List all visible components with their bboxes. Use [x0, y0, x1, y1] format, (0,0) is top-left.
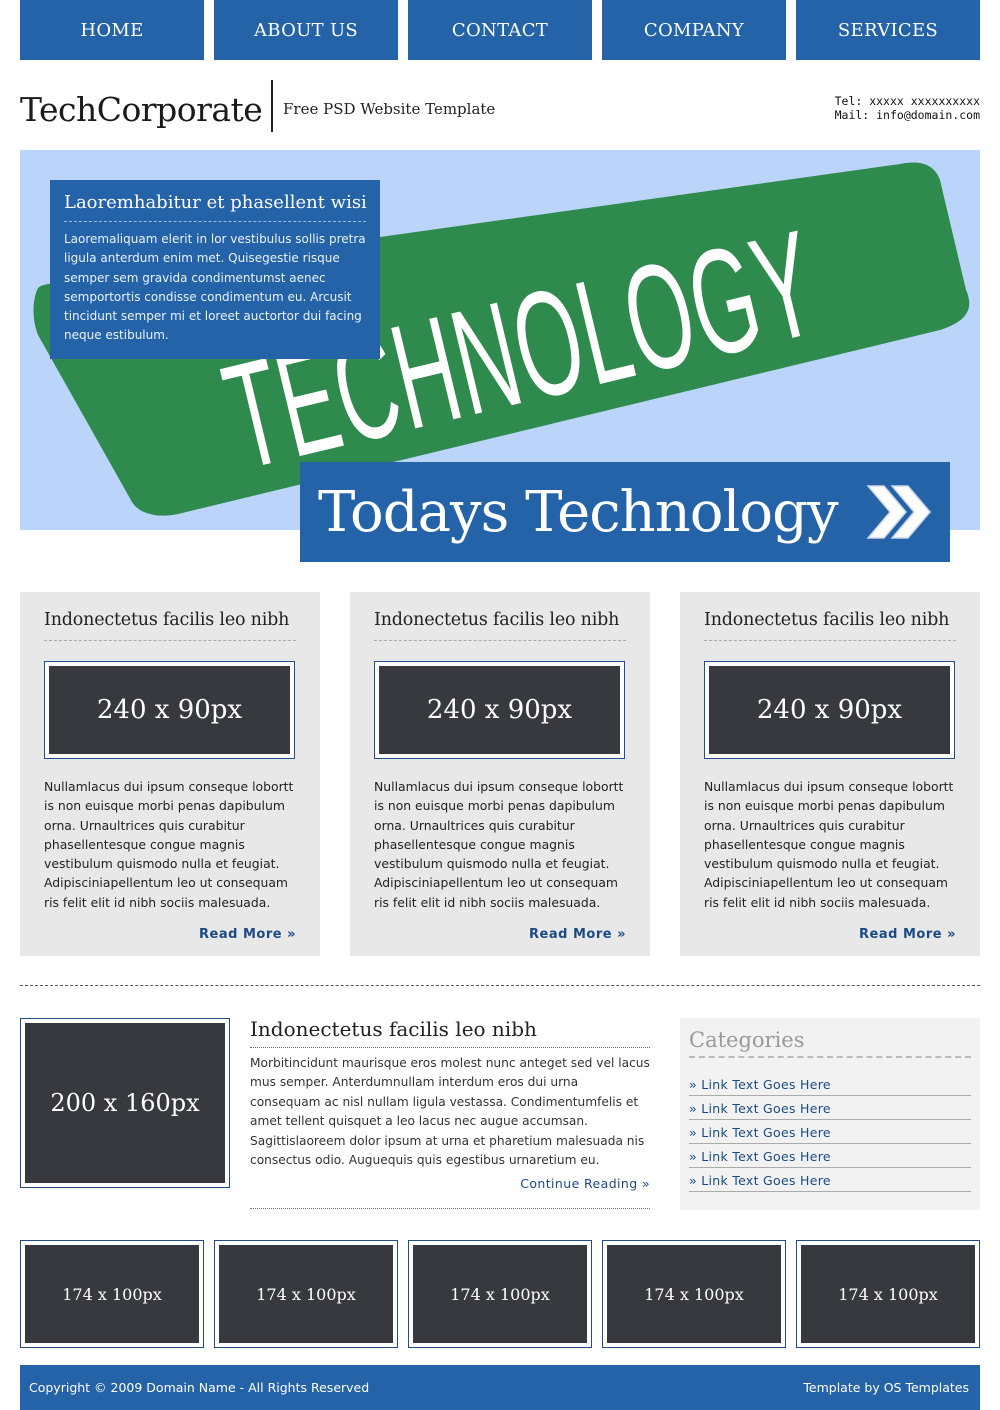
read-more-link[interactable]: Read More »: [199, 927, 296, 942]
main-nav: HOME ABOUT US CONTACT COMPANY SERVICES: [20, 0, 980, 60]
feature-image-placeholder: 240 x 90px: [704, 661, 955, 759]
thumbnail-label: 174 x 100px: [25, 1245, 199, 1343]
hero-intro-text: Laoremaliquam elerit in lor vestibulus s…: [64, 232, 366, 343]
thumbnail-label: 174 x 100px: [219, 1245, 393, 1343]
feature-image-label: 240 x 90px: [709, 666, 950, 754]
feature-text: Nullamlacus dui ipsum conseque lobortt i…: [44, 779, 294, 910]
feature-title: Indonectetus facilis leo nibh: [44, 610, 296, 641]
hero-banner: TECHNOLOGY Laoremhabitur et phasellent w…: [20, 150, 980, 562]
category-link[interactable]: » Link Text Goes Here: [689, 1120, 971, 1144]
article-block: Indonectetus facilis leo nibh Morbitinci…: [250, 1017, 650, 1191]
thumbnail[interactable]: 174 x 100px: [20, 1240, 204, 1348]
feature-text: Nullamlacus dui ipsum conseque lobortt i…: [374, 779, 624, 910]
thumbnail[interactable]: 174 x 100px: [408, 1240, 592, 1348]
feature-text: Nullamlacus dui ipsum conseque lobortt i…: [704, 779, 954, 910]
feature-card: Indonectetus facilis leo nibh 240 x 90px…: [680, 592, 980, 956]
feature-columns: Indonectetus facilis leo nibh 240 x 90px…: [20, 592, 980, 956]
nav-contact[interactable]: CONTACT: [408, 0, 592, 60]
article-divider: [250, 1208, 650, 1209]
article-text: Morbitincidunt maurisque eros molest nun…: [250, 1056, 650, 1168]
contact-tel: Tel: xxxxx xxxxxxxxxx: [834, 94, 980, 108]
hero-intro-title: Laoremhabitur et phasellent wisi: [64, 192, 367, 222]
thumbnail[interactable]: 174 x 100px: [796, 1240, 980, 1348]
thumbnail[interactable]: 174 x 100px: [602, 1240, 786, 1348]
feature-image-label: 240 x 90px: [379, 666, 620, 754]
article-title: Indonectetus facilis leo nibh: [250, 1017, 650, 1048]
feature-image-placeholder: 240 x 90px: [44, 661, 295, 759]
hero-intro-box: Laoremhabitur et phasellent wisi Laorema…: [50, 180, 380, 359]
feature-card: Indonectetus facilis leo nibh 240 x 90px…: [20, 592, 320, 956]
category-link[interactable]: » Link Text Goes Here: [689, 1144, 971, 1168]
footer-credit-link[interactable]: Template by OS Templates: [803, 1380, 969, 1395]
feature-title: Indonectetus facilis leo nibh: [374, 610, 626, 641]
feature-card: Indonectetus facilis leo nibh 240 x 90px…: [350, 592, 650, 956]
thumbnail-label: 174 x 100px: [801, 1245, 975, 1343]
double-chevron-right-icon: [866, 485, 931, 539]
todays-technology-button[interactable]: Todays Technology: [300, 462, 950, 562]
site-tagline: Free PSD Website Template: [283, 100, 496, 118]
nav-home[interactable]: HOME: [20, 0, 204, 60]
hero-cta-label: Todays Technology: [318, 479, 839, 545]
categories-title: Categories: [689, 1028, 971, 1058]
nav-services[interactable]: SERVICES: [796, 0, 980, 60]
logo-divider: [271, 80, 273, 132]
footer-copyright: Copyright © 2009 Domain Name - All Right…: [29, 1380, 370, 1395]
nav-about-us[interactable]: ABOUT US: [214, 0, 398, 60]
site-footer: Copyright © 2009 Domain Name - All Right…: [20, 1365, 980, 1410]
section-divider: [20, 985, 980, 986]
read-more-link[interactable]: Read More »: [529, 927, 626, 942]
thumbnail-gallery: 174 x 100px 174 x 100px 174 x 100px 174 …: [20, 1240, 980, 1348]
thumbnail-label: 174 x 100px: [413, 1245, 587, 1343]
categories-sidebar: Categories » Link Text Goes Here » Link …: [680, 1018, 980, 1210]
feature-image-placeholder: 240 x 90px: [374, 661, 625, 759]
article-image-placeholder: 200 x 160px: [20, 1018, 230, 1188]
categories-list: » Link Text Goes Here » Link Text Goes H…: [689, 1072, 971, 1192]
site-logo[interactable]: TechCorporate: [20, 90, 263, 129]
category-link[interactable]: » Link Text Goes Here: [689, 1168, 971, 1192]
category-link[interactable]: » Link Text Goes Here: [689, 1072, 971, 1096]
contact-mail[interactable]: Mail: info@domain.com: [835, 108, 980, 122]
site-header: TechCorporate Free PSD Website Template …: [20, 80, 980, 136]
read-more-link[interactable]: Read More »: [859, 927, 956, 942]
continue-reading-link[interactable]: Continue Reading »: [250, 1176, 650, 1191]
contact-info: Tel: xxxxx xxxxxxxxxx Mail: info@domain.…: [835, 94, 980, 122]
article-image-label: 200 x 160px: [25, 1023, 225, 1183]
category-link[interactable]: » Link Text Goes Here: [689, 1096, 971, 1120]
nav-company[interactable]: COMPANY: [602, 0, 786, 60]
feature-image-label: 240 x 90px: [49, 666, 290, 754]
feature-title: Indonectetus facilis leo nibh: [704, 610, 956, 641]
thumbnail[interactable]: 174 x 100px: [214, 1240, 398, 1348]
thumbnail-label: 174 x 100px: [607, 1245, 781, 1343]
